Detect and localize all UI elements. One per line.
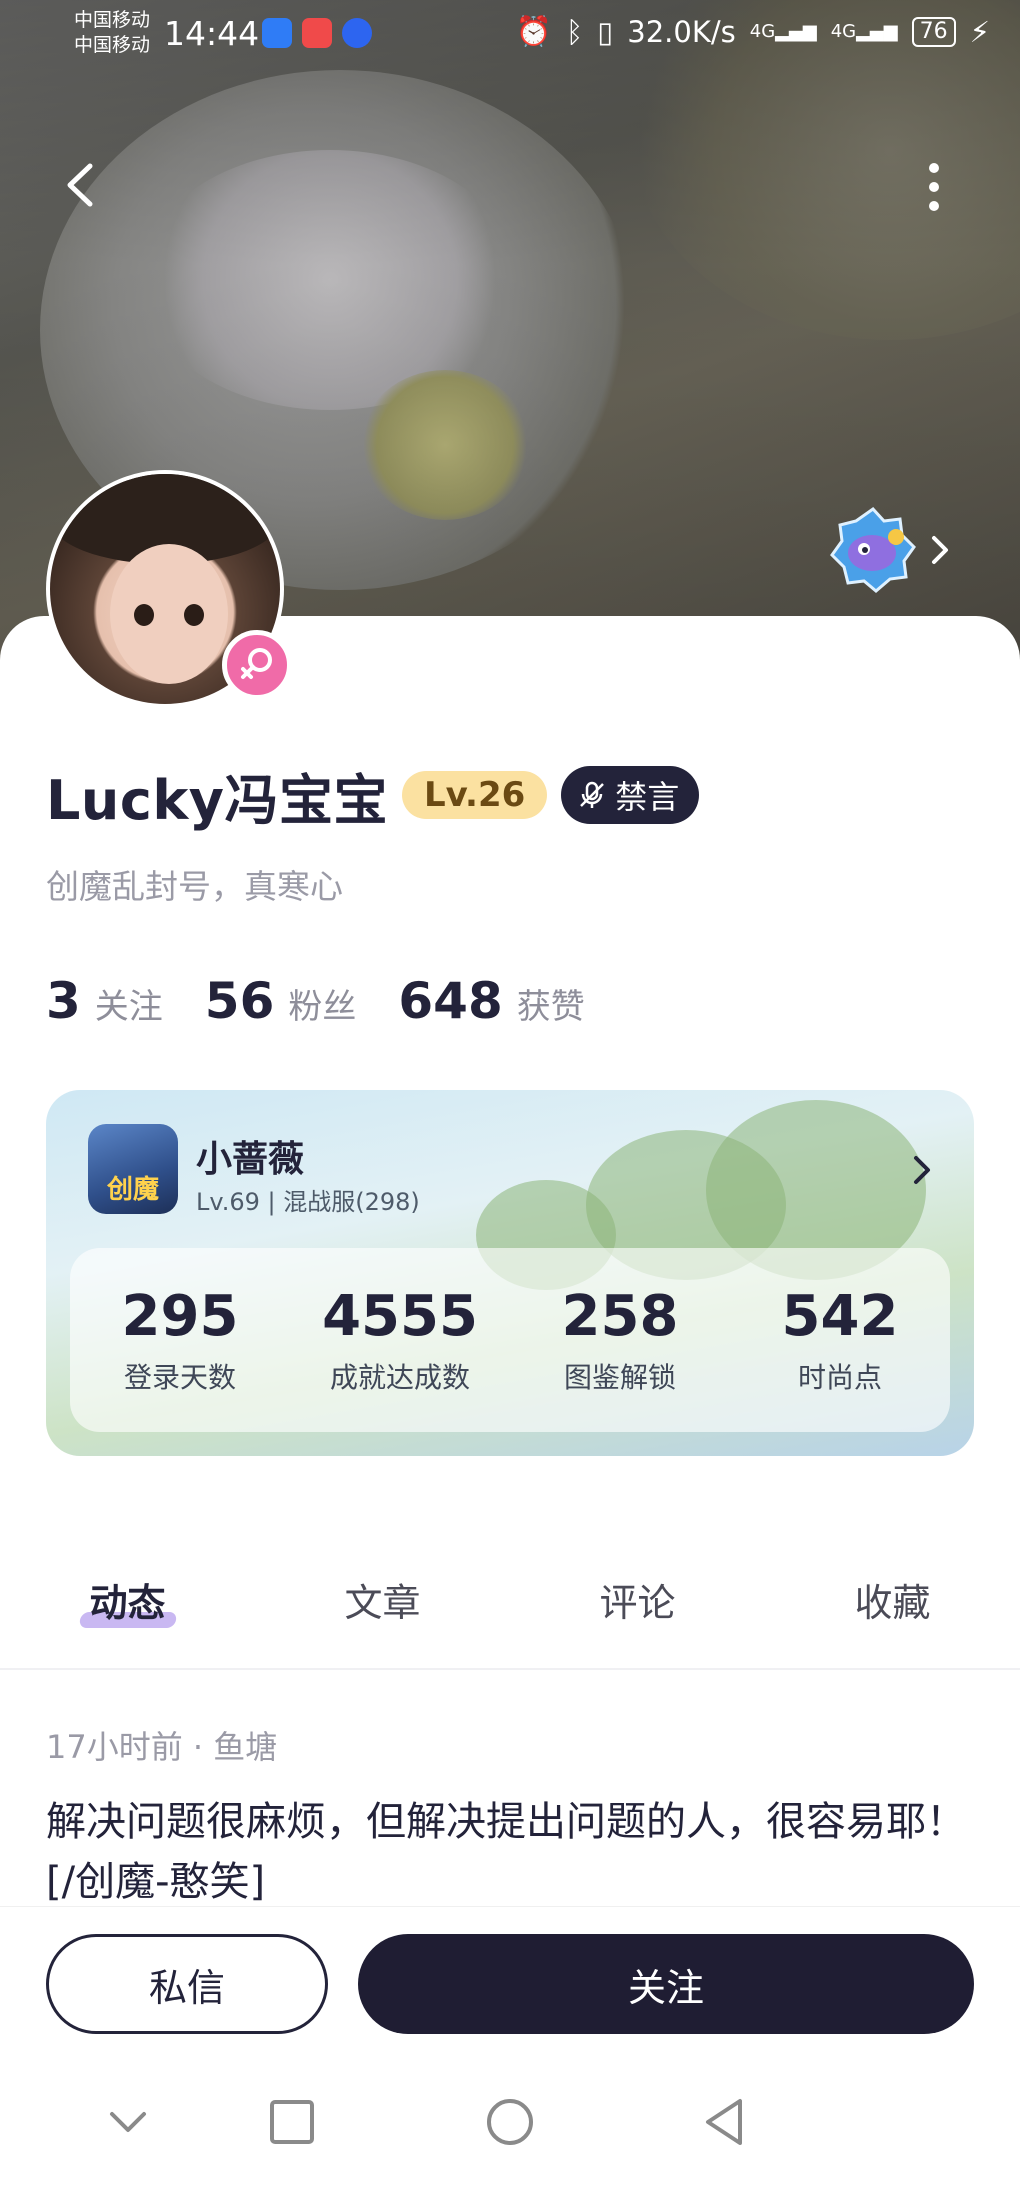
- name-row: Lucky冯宝宝 Lv.26 禁言: [46, 760, 700, 832]
- game-stat-login-days: 295 登录天数: [121, 1284, 239, 1394]
- more-vertical-icon: [929, 163, 939, 211]
- social-stats: 3 关注 56 粉丝 648 获赞: [46, 972, 613, 1030]
- tab-favorites[interactable]: 收藏: [765, 1560, 1020, 1646]
- bluetooth-icon: ᛒ: [565, 14, 584, 49]
- home-icon[interactable]: [480, 2092, 540, 2152]
- tab-articles[interactable]: 文章: [255, 1560, 510, 1646]
- profile-tabs: 动态 文章 评论 收藏: [0, 1560, 1020, 1646]
- charging-icon: ⚡: [969, 14, 990, 49]
- followers-count[interactable]: 56: [205, 972, 275, 1030]
- alarm-icon: ⏰: [515, 14, 552, 48]
- back-nav-icon[interactable]: [696, 2092, 756, 2152]
- following-count[interactable]: 3: [46, 972, 81, 1030]
- chevron-left-icon: [67, 163, 93, 207]
- signal-icon: 4G▂▄▆: [749, 21, 817, 42]
- signal-icon: 4G▂▄▆: [830, 21, 898, 42]
- net-speed: 32.0K/s: [627, 14, 736, 49]
- chevron-down-icon[interactable]: [98, 2092, 158, 2152]
- browser-app-icon: [342, 18, 372, 48]
- likes-label: 获赞: [516, 987, 585, 1027]
- status-bar: 中国移动 中国移动 14:44 ⏰ ᛒ ▯ 32.0K/s 4G▂▄▆ 4G▂▄…: [0, 0, 1020, 70]
- back-button[interactable]: [56, 158, 110, 212]
- level-badge[interactable]: Lv.26: [401, 771, 548, 819]
- muted-badge[interactable]: 禁言: [561, 766, 700, 824]
- profile-signature: 创魔乱封号，真寒心: [46, 867, 343, 906]
- game-stat-fashion: 542 时尚点: [781, 1284, 899, 1394]
- divider: [0, 1668, 1020, 1670]
- tab-posts[interactable]: 动态: [0, 1560, 255, 1646]
- game-stat-collection: 258 图鉴解锁: [561, 1284, 679, 1394]
- game-character-card[interactable]: 创魔 小蔷薇 Lv.69 | 混战服(298) 295 登录天数 4555 成就…: [46, 1090, 974, 1456]
- badge-wall-link[interactable]: [830, 504, 970, 596]
- game-stats-panel: 295 登录天数 4555 成就达成数 258 图鉴解锁 542 时尚点: [70, 1248, 950, 1432]
- chevron-right-icon: [932, 536, 948, 564]
- tab-comments[interactable]: 评论: [510, 1560, 765, 1646]
- system-navigation-bar: [0, 2090, 1020, 2210]
- follow-button[interactable]: 关注: [358, 1934, 974, 2034]
- vibrate-icon: ▯: [597, 14, 614, 49]
- following-label[interactable]: 关注: [95, 979, 163, 1028]
- muted-label: 禁言: [615, 778, 680, 816]
- followers-label[interactable]: 粉丝: [288, 979, 356, 1028]
- game-app-icon: 创魔: [88, 1124, 178, 1214]
- character-name: 小蔷薇: [196, 1139, 305, 1180]
- shopping-app-icon: [302, 18, 332, 48]
- character-server-info: Lv.69 | 混战服(298): [196, 1188, 420, 1216]
- battery-icon: 76: [911, 16, 956, 47]
- chevron-right-icon: [914, 1156, 930, 1184]
- post-body[interactable]: 解决问题很麻烦，但解决提出问题的人，很容易耶！ [/创魔-憨笑]: [46, 1792, 986, 1912]
- more-options-button[interactable]: [908, 160, 960, 214]
- carrier-label: 中国移动 中国移动: [74, 9, 151, 56]
- fish-emblem-icon: [830, 507, 916, 593]
- female-gender-icon: [222, 630, 292, 700]
- post-meta: 17小时前 · 鱼塘: [46, 1728, 278, 1766]
- message-button[interactable]: 私信: [46, 1934, 328, 2034]
- notification-icons: [262, 18, 372, 48]
- recent-apps-icon[interactable]: [262, 2092, 322, 2152]
- status-time: 14:44: [164, 14, 260, 53]
- username: Lucky冯宝宝: [46, 768, 388, 832]
- shield-app-icon: [262, 18, 292, 48]
- mic-off-icon: [580, 781, 605, 808]
- game-stat-achievements: 4555 成就达成数: [322, 1284, 478, 1394]
- likes-count: 648: [398, 972, 503, 1030]
